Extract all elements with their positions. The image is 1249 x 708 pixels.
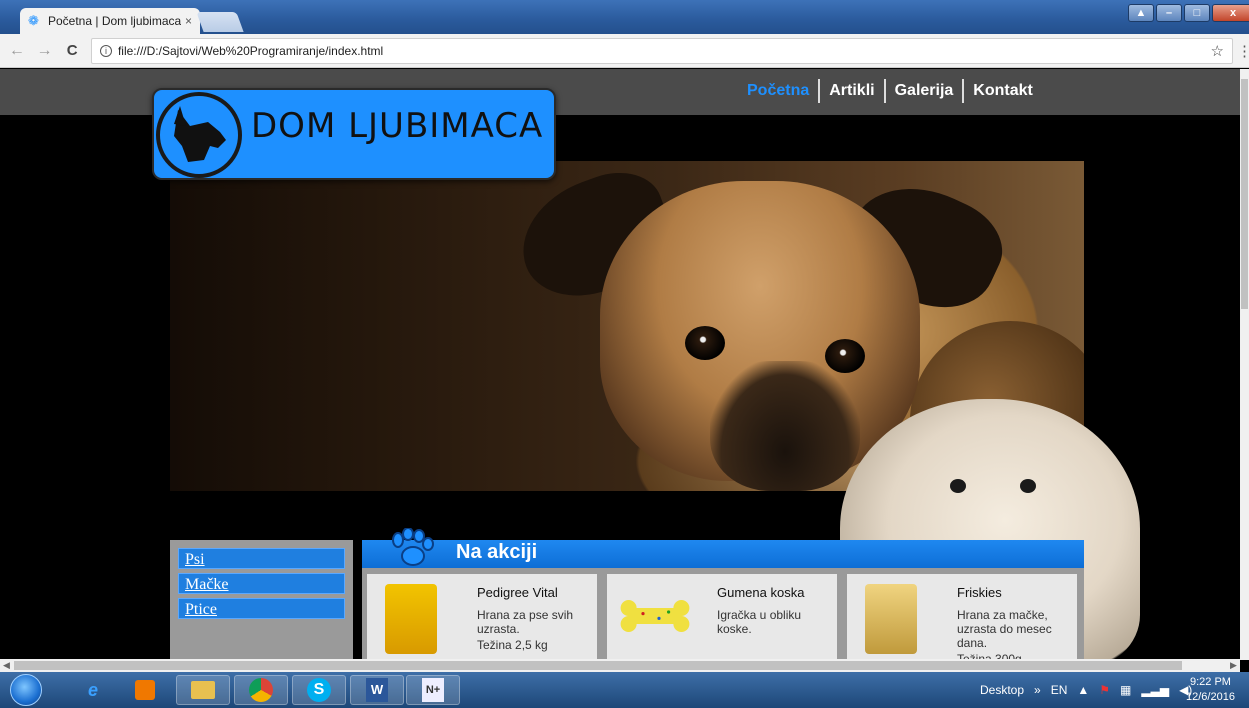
page-viewport: Početna Artikli Galerija Kontakt DOM LJU… <box>0 69 1249 660</box>
category-psi[interactable]: Psi <box>178 548 345 569</box>
dog-eye-right <box>825 339 865 373</box>
start-button[interactable] <box>10 674 42 706</box>
horizontal-scroll-thumb[interactable] <box>14 661 1182 670</box>
site-logo[interactable]: DOM LJUBIMACA <box>152 88 556 180</box>
product-image <box>865 584 917 654</box>
sale-panel: Na akciji Pedigree Vital Hrana za pse sv… <box>362 528 1084 660</box>
toolbar-chevron-icon[interactable]: » <box>1034 683 1041 697</box>
white-dog-eye-left <box>950 479 966 493</box>
window-titlebar: ❁ Početna | Dom ljubimaca × ▲ – □ x <box>0 0 1249 34</box>
category-sidebar: Psi Mačke Ptice <box>170 540 353 660</box>
product-image <box>385 584 437 654</box>
browser-toolbar: ← → C i file:///D:/Sajtovi/Web%20Program… <box>0 34 1249 68</box>
vertical-scrollbar[interactable] <box>1240 69 1249 660</box>
scroll-left-arrow-icon[interactable]: ◀ <box>3 659 10 672</box>
scroll-right-arrow-icon[interactable]: ▶ <box>1230 659 1237 672</box>
system-tray: Desktop » EN ▲ ⚑ ▦ ▂▃▅ ◀) <box>980 672 1202 708</box>
product-card[interactable]: Gumena koska Igračka u obliku koske. <box>607 574 837 660</box>
browser-tab[interactable]: ❁ Početna | Dom ljubimaca × <box>20 8 200 34</box>
browser-menu-icon[interactable]: ⋮ <box>1237 42 1249 60</box>
language-indicator[interactable]: EN <box>1051 683 1068 697</box>
dog-muzzle <box>710 361 860 491</box>
word-icon[interactable]: W <box>350 675 404 705</box>
media-player-icon[interactable] <box>118 675 172 705</box>
notepad-plus-icon[interactable]: N+ <box>406 675 460 705</box>
product-description: Igračka u obliku koske. <box>717 608 802 636</box>
main-nav: Početna Artikli Galerija Kontakt <box>738 79 1042 103</box>
product-card[interactable]: Friskies Hrana za mačke, uzrasta do mese… <box>847 574 1077 660</box>
bookmark-star-icon[interactable]: ☆ <box>1211 42 1224 60</box>
url-text[interactable]: file:///D:/Sajtovi/Web%20Programiranje/i… <box>118 44 1211 58</box>
clock-date: 12/6/2016 <box>1186 691 1235 703</box>
product-name: Friskies <box>957 585 1002 600</box>
close-window-button[interactable]: x <box>1212 4 1249 22</box>
nav-pocetna[interactable]: Početna <box>738 82 818 100</box>
category-macke[interactable]: Mačke <box>178 573 345 594</box>
dog-silhouette-icon <box>174 106 226 162</box>
horizontal-scrollbar[interactable]: ◀ ▶ <box>0 659 1240 672</box>
address-bar[interactable]: i file:///D:/Sajtovi/Web%20Programiranje… <box>90 37 1233 64</box>
paw-print-icon <box>392 528 434 566</box>
logo-text: DOM LJUBIMACA <box>251 106 544 146</box>
paw-favicon-icon: ❁ <box>28 13 39 28</box>
clock-time: 9:22 PM <box>1189 676 1231 688</box>
vertical-scroll-thumb[interactable] <box>1241 79 1248 309</box>
back-arrow-icon[interactable]: ← <box>6 42 28 60</box>
minimize-button[interactable]: – <box>1156 4 1182 22</box>
maximize-button[interactable]: □ <box>1184 4 1210 22</box>
nav-kontakt[interactable]: Kontakt <box>964 82 1042 100</box>
desktop-toolbar-label[interactable]: Desktop <box>980 683 1024 697</box>
tab-title: Početna | Dom ljubimaca <box>48 14 181 28</box>
nav-galerija[interactable]: Galerija <box>886 82 963 100</box>
dog-eye-left <box>685 326 725 360</box>
network-icon[interactable]: ▦ <box>1120 683 1131 697</box>
info-icon[interactable]: i <box>99 44 112 57</box>
product-name: Pedigree Vital <box>477 585 558 600</box>
product-description: Hrana za mačke, uzrasta do mesec dana. <box>957 608 1052 650</box>
skype-icon[interactable]: S <box>292 675 346 705</box>
tab-close-icon[interactable]: × <box>185 14 192 28</box>
signal-bars-icon[interactable]: ▂▃▅ <box>1141 683 1169 697</box>
tray-expand-icon[interactable]: ▲ <box>1077 683 1089 697</box>
product-card[interactable]: Pedigree Vital Hrana za pse svih uzrasta… <box>367 574 597 660</box>
sale-header: Na akciji <box>362 528 1084 568</box>
product-name: Gumena koska <box>717 585 805 600</box>
file-explorer-icon[interactable] <box>176 675 230 705</box>
category-ptice[interactable]: Ptice <box>178 598 345 619</box>
forward-arrow-icon[interactable]: → <box>34 42 56 60</box>
dog-head-logo-icon <box>156 92 242 178</box>
internet-explorer-icon[interactable]: e <box>66 675 120 705</box>
sale-title: Na akciji <box>456 541 538 563</box>
taskbar-clock[interactable]: 9:22 PM 12/6/2016 <box>1186 675 1235 705</box>
nav-artikli[interactable]: Artikli <box>820 82 883 100</box>
reload-icon[interactable]: C <box>61 42 83 59</box>
new-tab-button[interactable] <box>196 12 244 32</box>
user-icon[interactable]: ▲ <box>1128 4 1154 22</box>
window-controls: ▲ – □ x <box>1128 4 1249 24</box>
product-description: Hrana za pse svih uzrasta. <box>477 608 574 636</box>
product-weight: Težina 2,5 kg <box>477 638 548 652</box>
bone-toy-icon <box>620 600 690 632</box>
action-center-flag-icon[interactable]: ⚑ <box>1099 683 1110 697</box>
white-dog-eye-right <box>1020 479 1036 493</box>
chrome-icon[interactable] <box>234 675 288 705</box>
windows-taskbar: e S W N+ Desktop » EN ▲ ⚑ ▦ ▂▃▅ ◀) 9:22 … <box>0 672 1249 708</box>
